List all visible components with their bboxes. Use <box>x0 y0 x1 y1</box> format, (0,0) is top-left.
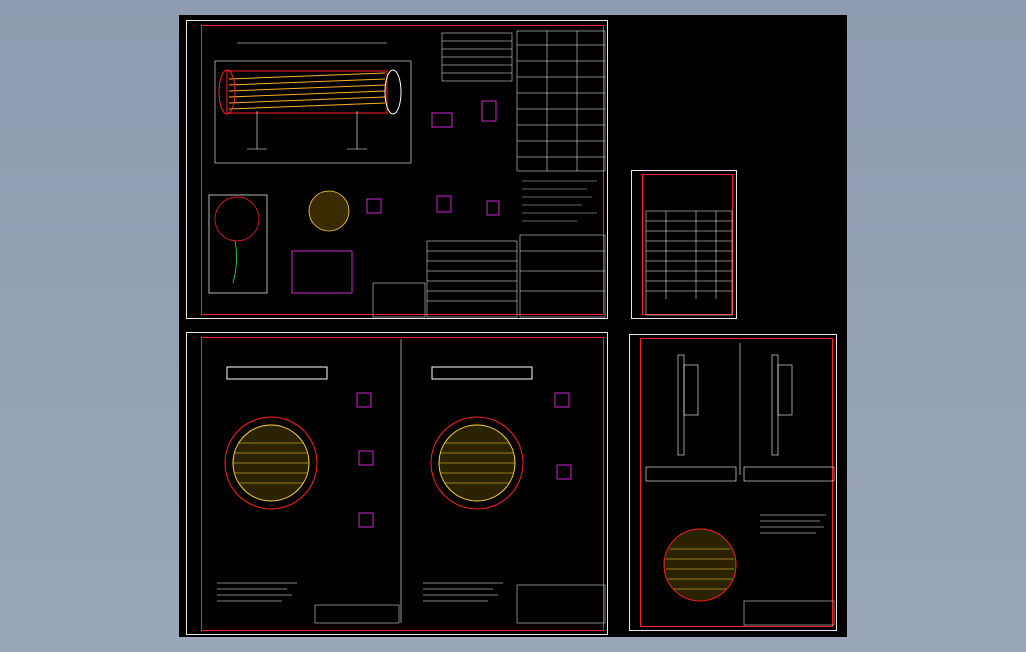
drawing-viewport[interactable] <box>179 15 847 637</box>
sheet-assembly[interactable] <box>186 20 608 319</box>
parts-list-table <box>645 210 733 316</box>
tubesheet-drawing <box>217 339 606 624</box>
sheet-tubesheets[interactable] <box>186 332 608 635</box>
assembly-drawing <box>208 30 606 318</box>
sheet-parts-list[interactable] <box>631 170 737 319</box>
tubesheet-section <box>308 190 350 232</box>
baffle-drawing <box>645 343 835 626</box>
sheet-baffles[interactable] <box>629 334 837 631</box>
parts-table-top <box>441 30 606 172</box>
bill-of-materials <box>372 234 606 318</box>
heat-exchanger-elevation <box>218 69 402 115</box>
